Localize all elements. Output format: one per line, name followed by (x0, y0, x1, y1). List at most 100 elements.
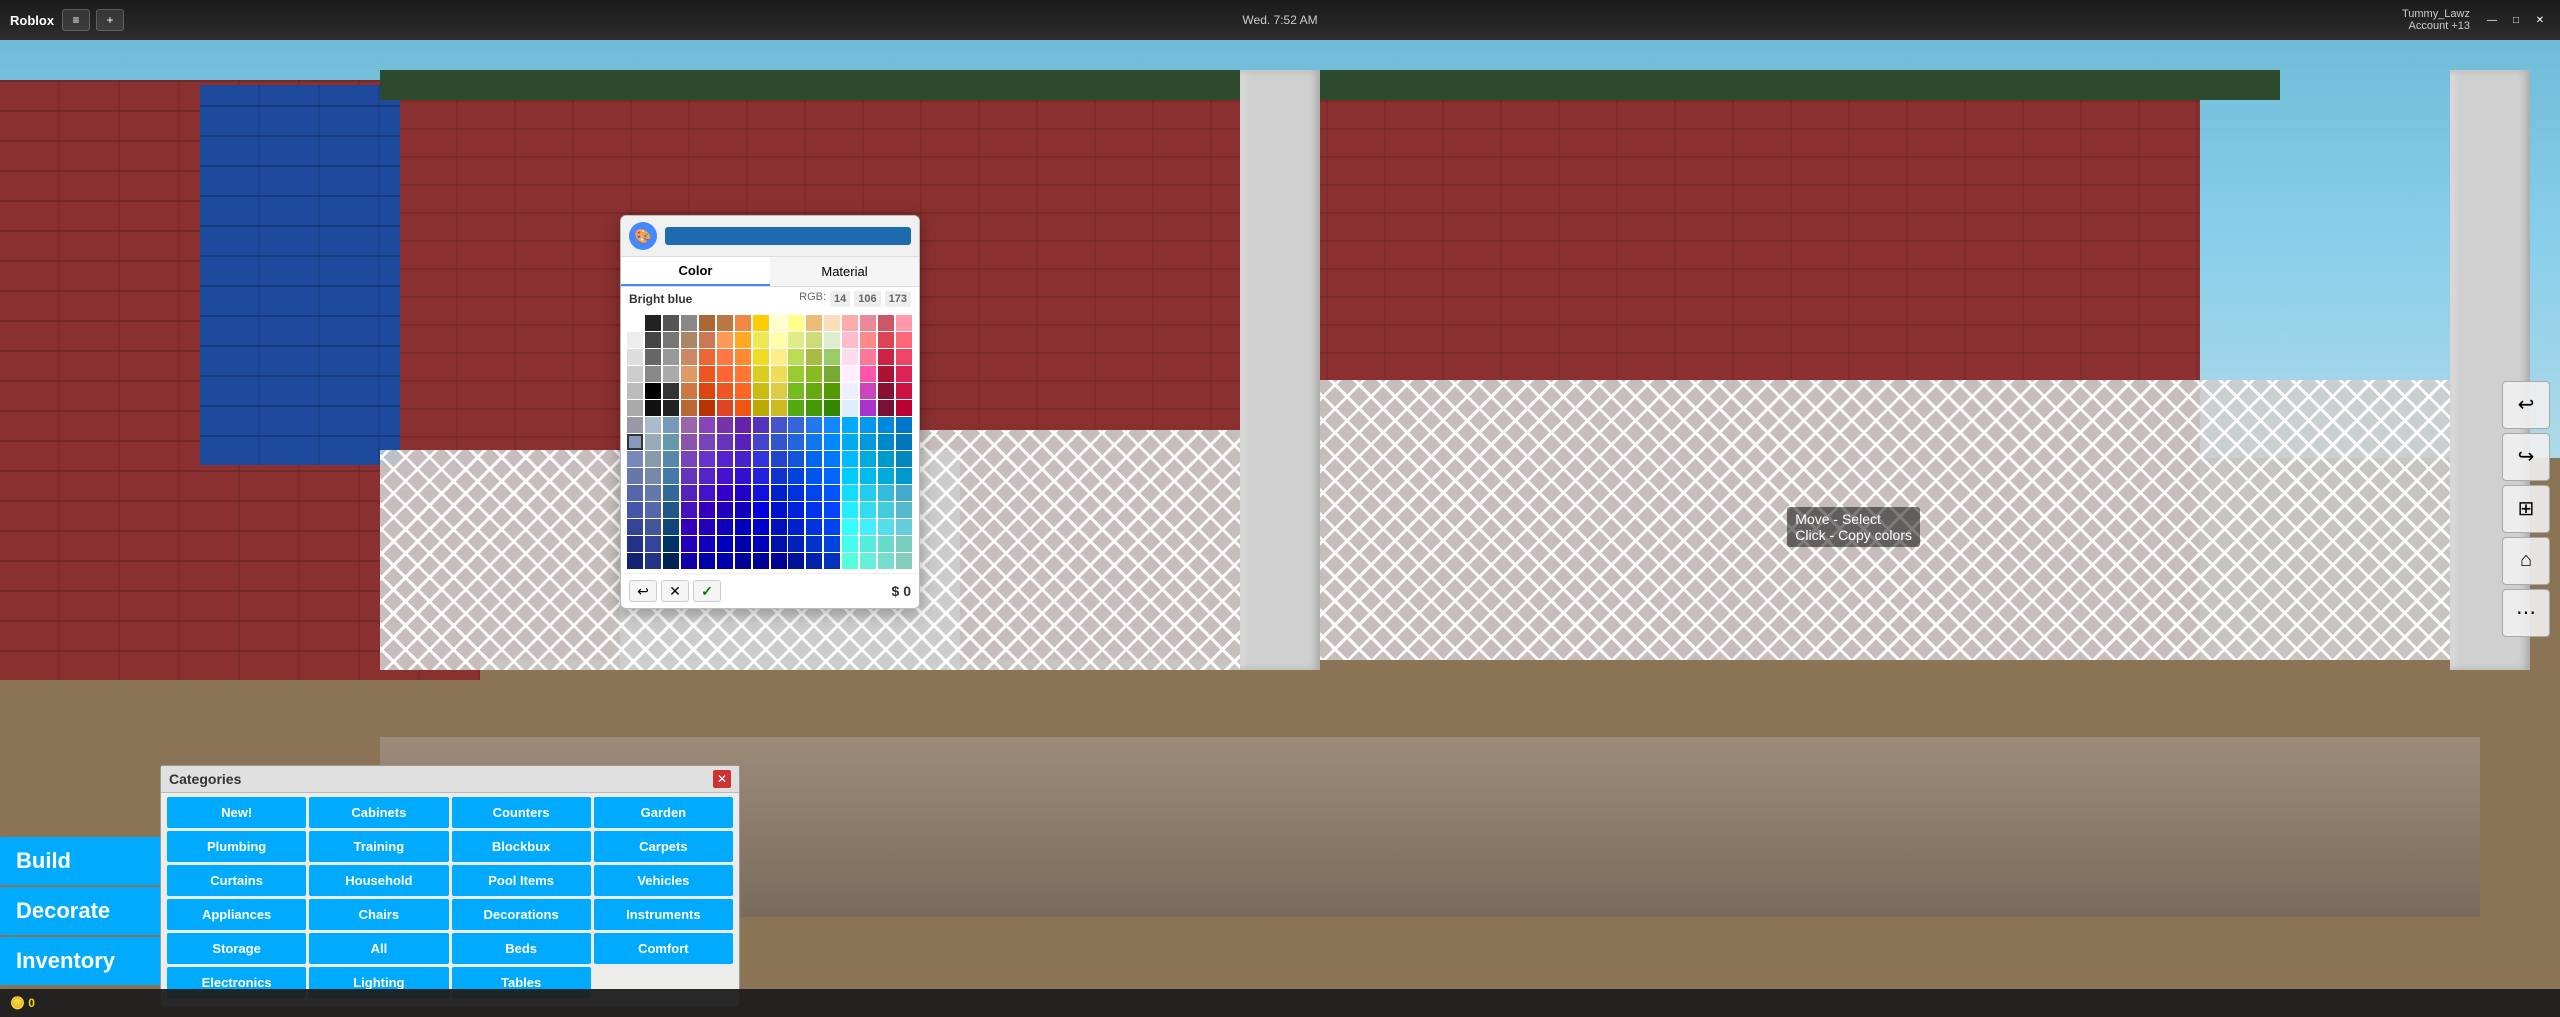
color-cell-51[interactable] (681, 366, 697, 382)
color-cell-147[interactable] (681, 468, 697, 484)
color-cell-218[interactable] (806, 536, 822, 552)
color-cell-87[interactable] (753, 400, 769, 416)
color-cell-144[interactable] (627, 468, 643, 484)
color-cell-57[interactable] (788, 366, 804, 382)
color-cell-173[interactable] (860, 485, 876, 501)
categories-close-button[interactable]: ✕ (713, 770, 731, 788)
color-cell-214[interactable] (735, 536, 751, 552)
color-cell-85[interactable] (717, 400, 733, 416)
color-cell-162[interactable] (663, 485, 679, 501)
color-cell-60[interactable] (842, 366, 858, 382)
color-cell-63[interactable] (896, 366, 912, 382)
color-cell-143[interactable] (896, 451, 912, 467)
color-cell-130[interactable] (663, 451, 679, 467)
color-cell-161[interactable] (645, 485, 661, 501)
color-cell-202[interactable] (806, 519, 822, 535)
color-cell-41[interactable] (788, 349, 804, 365)
color-cell-16[interactable] (627, 332, 643, 348)
color-cell-201[interactable] (788, 519, 804, 535)
color-cell-64[interactable] (627, 383, 643, 399)
add-icon-btn[interactable]: + (96, 9, 124, 31)
minimize-button[interactable]: — (2482, 12, 2502, 28)
undo-toolbar-button[interactable]: ↩ (2502, 381, 2550, 429)
color-cell-198[interactable] (735, 519, 751, 535)
color-cell-120[interactable] (771, 434, 787, 450)
color-cell-140[interactable] (842, 451, 858, 467)
color-cell-24[interactable] (771, 332, 787, 348)
color-cell-215[interactable] (753, 536, 769, 552)
color-cell-112[interactable] (627, 434, 643, 450)
color-cell-110[interactable] (878, 417, 894, 433)
color-cell-82[interactable] (663, 400, 679, 416)
color-cell-6[interactable] (735, 315, 751, 331)
color-cell-181[interactable] (717, 502, 733, 518)
color-cell-74[interactable] (806, 383, 822, 399)
color-cell-137[interactable] (788, 451, 804, 467)
color-cell-46[interactable] (878, 349, 894, 365)
color-cell-107[interactable] (824, 417, 840, 433)
color-cell-109[interactable] (860, 417, 876, 433)
color-cell-192[interactable] (627, 519, 643, 535)
color-cell-59[interactable] (824, 366, 840, 382)
color-cell-222[interactable] (878, 536, 894, 552)
color-cell-216[interactable] (771, 536, 787, 552)
color-cell-7[interactable] (753, 315, 769, 331)
color-cell-200[interactable] (771, 519, 787, 535)
color-cell-165[interactable] (717, 485, 733, 501)
color-cell-156[interactable] (842, 468, 858, 484)
color-cell-96[interactable] (627, 417, 643, 433)
color-cell-62[interactable] (878, 366, 894, 382)
color-cell-178[interactable] (663, 502, 679, 518)
color-cell-25[interactable] (788, 332, 804, 348)
color-cell-199[interactable] (753, 519, 769, 535)
color-cell-73[interactable] (788, 383, 804, 399)
color-cell-84[interactable] (699, 400, 715, 416)
color-cell-212[interactable] (699, 536, 715, 552)
color-cell-131[interactable] (681, 451, 697, 467)
color-cell-113[interactable] (645, 434, 661, 450)
color-cell-3[interactable] (681, 315, 697, 331)
color-cell-213[interactable] (717, 536, 733, 552)
color-cell-114[interactable] (663, 434, 679, 450)
color-cell-65[interactable] (645, 383, 661, 399)
color-cell-128[interactable] (627, 451, 643, 467)
color-cell-90[interactable] (806, 400, 822, 416)
color-cell-126[interactable] (878, 434, 894, 450)
color-cell-92[interactable] (842, 400, 858, 416)
cancel-color-button[interactable]: ✕ (661, 580, 689, 602)
color-cell-119[interactable] (753, 434, 769, 450)
color-cell-8[interactable] (771, 315, 787, 331)
color-cell-68[interactable] (699, 383, 715, 399)
color-cell-108[interactable] (842, 417, 858, 433)
color-cell-34[interactable] (663, 349, 679, 365)
category-button-appliances[interactable]: Appliances (167, 899, 306, 930)
home-toolbar-button[interactable]: ⌂ (2502, 537, 2550, 585)
color-cell-167[interactable] (753, 485, 769, 501)
color-cell-148[interactable] (699, 468, 715, 484)
color-cell-185[interactable] (788, 502, 804, 518)
color-cell-223[interactable] (896, 536, 912, 552)
color-cell-237[interactable] (860, 553, 876, 569)
color-cell-76[interactable] (842, 383, 858, 399)
color-cell-44[interactable] (842, 349, 858, 365)
color-cell-145[interactable] (645, 468, 661, 484)
color-cell-78[interactable] (878, 383, 894, 399)
color-cell-238[interactable] (878, 553, 894, 569)
color-cell-23[interactable] (753, 332, 769, 348)
color-cell-168[interactable] (771, 485, 787, 501)
color-cell-231[interactable] (753, 553, 769, 569)
color-cell-188[interactable] (842, 502, 858, 518)
redo-toolbar-button[interactable]: ↪ (2502, 433, 2550, 481)
color-cell-10[interactable] (806, 315, 822, 331)
color-cell-55[interactable] (753, 366, 769, 382)
color-cell-2[interactable] (663, 315, 679, 331)
color-cell-175[interactable] (896, 485, 912, 501)
color-cell-35[interactable] (681, 349, 697, 365)
color-cell-17[interactable] (645, 332, 661, 348)
color-cell-234[interactable] (806, 553, 822, 569)
color-cell-124[interactable] (842, 434, 858, 450)
color-cell-72[interactable] (771, 383, 787, 399)
color-cell-47[interactable] (896, 349, 912, 365)
color-cell-13[interactable] (860, 315, 876, 331)
color-cell-153[interactable] (788, 468, 804, 484)
